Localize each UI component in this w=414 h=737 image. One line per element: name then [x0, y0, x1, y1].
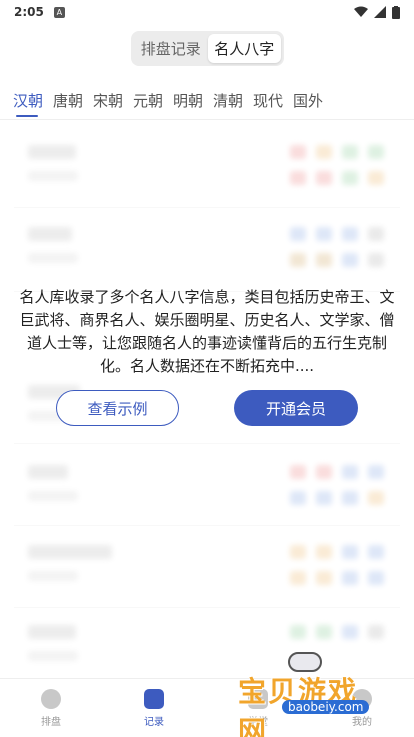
tab-qing[interactable]: 清朝 — [213, 90, 243, 111]
tab-modern[interactable]: 现代 — [253, 90, 283, 111]
tab-song[interactable]: 宋朝 — [93, 90, 123, 111]
status-icons — [354, 5, 400, 19]
tab-tang[interactable]: 唐朝 — [53, 90, 83, 111]
active-tab-indicator — [16, 115, 38, 117]
segment-celebrity-bazi[interactable]: 名人八字 — [207, 34, 281, 63]
status-time: 2:05 — [14, 5, 44, 19]
tab-han[interactable]: 汉朝 — [13, 90, 43, 111]
chart-icon — [41, 689, 61, 709]
calendar-icon — [144, 689, 164, 709]
watermark-logo: 宝贝游戏网 baobeiy.com — [232, 650, 382, 737]
segment-records[interactable]: 排盘记录 — [134, 34, 208, 63]
status-bar: 2:05 A — [0, 0, 414, 24]
open-membership-button[interactable]: 开通会员 — [234, 390, 358, 426]
gamepad-icon — [288, 652, 322, 672]
view-example-button[interactable]: 查看示例 — [56, 390, 179, 426]
nav-chart[interactable]: 排盘 — [21, 689, 81, 728]
nav-records[interactable]: 记录 — [124, 689, 184, 728]
tab-yuan[interactable]: 元朝 — [133, 90, 163, 111]
signal-icon — [374, 6, 386, 18]
battery-icon — [392, 5, 400, 19]
notification-icon: A — [53, 6, 65, 18]
record-type-switch: 排盘记录 名人八字 — [131, 31, 284, 66]
tab-foreign[interactable]: 国外 — [293, 90, 323, 111]
tab-ming[interactable]: 明朝 — [173, 90, 203, 111]
wifi-icon — [354, 6, 368, 17]
celebrity-library-description: 名人库收录了多个名人八字信息，类目包括历史帝王、文 巨武将、商界名人、娱乐圈明星… — [19, 288, 395, 375]
dynasty-tabs: 汉朝 唐朝 宋朝 元朝 明朝 清朝 现代 国外 — [0, 84, 414, 120]
